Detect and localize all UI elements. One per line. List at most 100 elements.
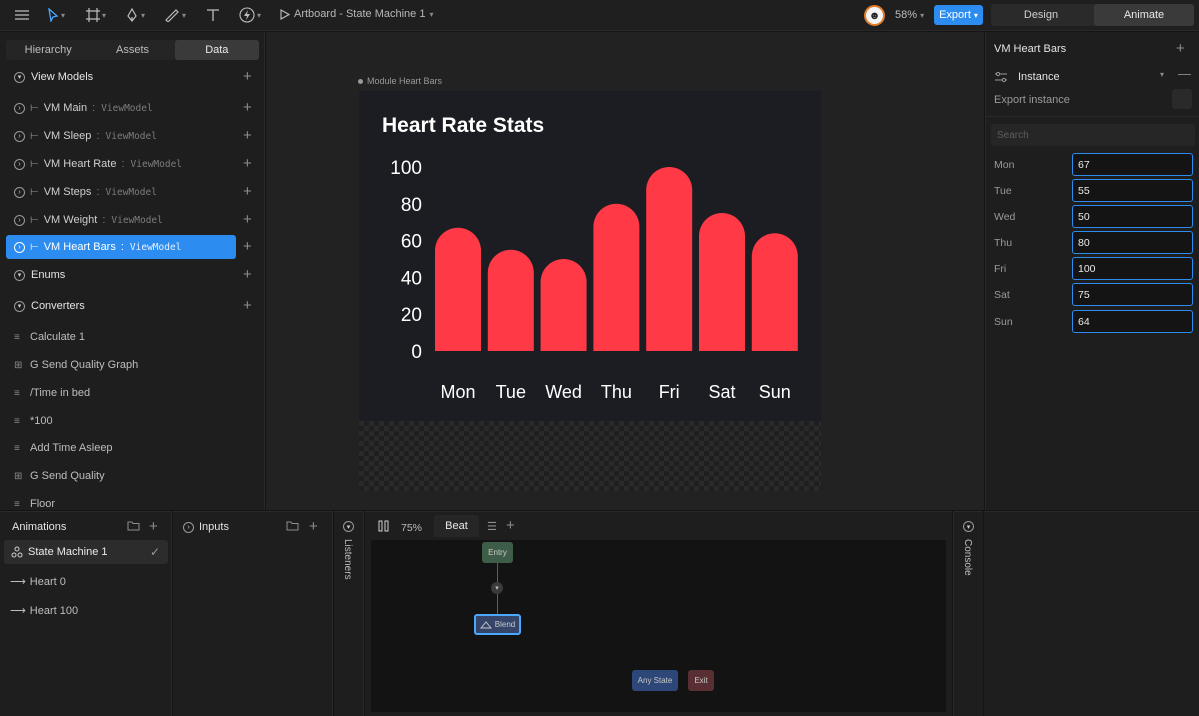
remove-icon[interactable]: — [1178,66,1191,81]
converter-item[interactable]: ≡ Calculate 1 [14,328,85,346]
shape-tool-icon[interactable]: ▾ [164,6,186,24]
pen-tool-icon[interactable]: ▾ [125,6,145,24]
zoom-selector[interactable]: 58% ▾ [895,9,924,21]
add-converter-icon[interactable]: + [243,298,252,313]
animation-item[interactable]: ⟶ Heart 100 [10,604,78,618]
inputs-header[interactable]: › Inputs [183,521,229,533]
view-models-header[interactable]: ▾ View Models [14,68,93,86]
add-icon[interactable]: + [243,184,252,199]
add-layer-icon[interactable]: + [506,517,515,534]
artboard[interactable]: Heart Rate Stats 100 80 60 40 20 0 Mon Tue Wed T… [359,91,821,491]
converter-item[interactable]: ⊞ G Send Quality [14,467,105,485]
add-icon[interactable]: + [243,156,252,171]
state-machine-item[interactable]: State Machine 1 [4,540,168,564]
converter-item[interactable]: ≡ Add Time Asleep [14,439,113,457]
prop-input-fri[interactable] [1072,257,1193,280]
canvas[interactable]: Module Heart Bars Heart Rate Stats 100 80… [266,32,984,510]
tab-design[interactable]: Design [991,4,1091,26]
add-icon[interactable]: + [243,239,252,254]
bar-mon[interactable] [435,227,481,351]
chevron-right-icon[interactable]: › [14,102,25,114]
entry-node[interactable]: Entry [482,542,513,563]
artboard-selector[interactable]: Artboard - State Machine 1 ▾ [280,8,433,20]
transparency-checker [359,421,821,491]
tab-animate[interactable]: Animate [1094,4,1194,26]
bar-tue[interactable] [487,249,534,351]
add-icon[interactable]: + [243,212,252,227]
chevron-right-icon[interactable]: › [14,186,25,198]
tab-data[interactable]: Data [174,40,259,60]
add-input-icon[interactable]: + [309,518,318,535]
blend-node[interactable]: Blend [474,614,521,635]
chevron-down-icon[interactable]: ▾ [343,521,354,532]
converter-item[interactable]: ≡ Floor [14,495,55,510]
exit-node[interactable]: Exit [688,670,714,691]
chevron-right-icon[interactable]: › [183,521,194,533]
bar-fri[interactable] [646,167,693,351]
add-icon[interactable]: + [1176,40,1185,57]
enums-header[interactable]: ▾ Enums [14,266,65,284]
converter-item[interactable]: ≡ /Time in bed [14,384,90,402]
vm-item-weight[interactable]: › ⊢ VM Weight: ViewModel [6,208,236,232]
bolt-tool-icon[interactable]: ▾ [239,6,261,24]
tab-hierarchy[interactable]: Hierarchy [6,40,90,60]
list-icon[interactable]: ☰ [487,520,497,533]
select-tool-icon[interactable]: ▾ [47,6,65,24]
prop-input-mon[interactable] [1072,153,1193,176]
converter-item[interactable]: ⊞ G Send Quality Graph [14,356,138,374]
chevron-right-icon[interactable]: › [14,241,25,253]
play-icon[interactable] [280,8,290,20]
vm-item-heart-bars[interactable]: › ⊢ VM Heart Bars: ViewModel [6,235,236,259]
listeners-label[interactable]: Listeners [342,539,353,580]
bar-sun[interactable] [751,233,798,351]
folder-icon[interactable] [286,520,299,534]
chevron-right-icon[interactable]: › [14,130,25,142]
converters-header[interactable]: ▾ Converters [14,297,85,315]
folder-icon[interactable] [127,520,140,534]
add-icon[interactable]: + [243,100,252,115]
vm-item-heart-rate[interactable]: › ⊢ VM Heart Rate: ViewModel [6,152,236,176]
chevron-down-icon: ▾ [920,11,925,20]
artboard-tool-icon[interactable]: ▾ [86,6,106,24]
chevron-right-icon[interactable]: › [14,214,25,226]
vm-item-sleep[interactable]: › ⊢ VM Sleep: ViewModel [6,124,236,148]
module-label-text: Module Heart Bars [367,76,443,86]
vm-item-steps[interactable]: › ⊢ VM Steps: ViewModel [6,180,236,204]
chevron-down-icon[interactable]: ▾ [963,521,974,532]
converter-item[interactable]: ≡ *100 [14,412,53,430]
prop-input-wed[interactable] [1072,205,1193,228]
prop-label-wed: Wed [994,211,1016,223]
graph-zoom[interactable]: 75% [401,522,422,534]
chevron-down-icon[interactable]: ▾ [14,71,25,83]
graph-canvas[interactable]: ▾ Entry Blend Any State Exit [371,540,946,712]
prop-input-sun[interactable] [1072,310,1193,333]
pause-icon[interactable] [378,520,389,535]
text-tool-icon[interactable] [206,6,220,24]
prop-input-tue[interactable] [1072,179,1193,202]
console-label[interactable]: Console [962,539,973,576]
animation-item[interactable]: ⟶ Heart 0 [10,575,66,589]
menu-icon[interactable] [14,6,30,24]
chevron-down-icon[interactable]: ▾ [1160,70,1164,79]
add-animation-icon[interactable]: + [149,518,158,535]
vm-item-main[interactable]: › ⊢ VM Main: ViewModel [6,96,236,120]
bar-wed[interactable] [540,259,587,351]
bar-thu[interactable] [593,203,640,351]
export-button[interactable]: Export ▾ [934,5,983,25]
add-icon[interactable]: + [243,128,252,143]
search-input[interactable] [991,124,1195,146]
prop-input-sat[interactable] [1072,283,1193,306]
chevron-down-icon[interactable]: ▾ [14,269,25,281]
tab-assets[interactable]: Assets [90,40,174,60]
avatar[interactable]: ☻ [864,5,885,26]
export-instance-toggle[interactable] [1172,89,1192,109]
any-state-node[interactable]: Any State [632,670,678,691]
add-view-model-icon[interactable]: + [243,69,252,84]
add-enum-icon[interactable]: + [243,267,252,282]
bar-sat[interactable] [699,213,745,351]
tab-beat[interactable]: Beat [434,515,479,537]
chevron-right-icon[interactable]: › [14,158,25,170]
prop-input-thu[interactable] [1072,231,1193,254]
chevron-down-icon[interactable]: ▾ [491,582,503,594]
chevron-down-icon[interactable]: ▾ [14,300,25,312]
